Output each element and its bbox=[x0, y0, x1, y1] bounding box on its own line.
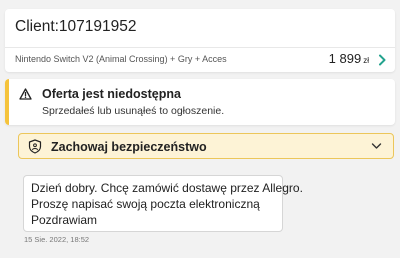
message-line: Dzień dobry. Chcę zamówić dostawę przez … bbox=[31, 181, 303, 195]
client-title: Client:107191952 bbox=[15, 18, 137, 35]
offer-link-row[interactable]: Nintendo Switch V2 (Animal Crossing) + G… bbox=[5, 48, 395, 72]
offer-price: 1 899 zł bbox=[329, 51, 369, 66]
alert-accent-bar bbox=[5, 79, 9, 125]
message-timestamp: 15 Sie. 2022, 18:52 bbox=[24, 235, 90, 244]
alert-title: Oferta jest niedostępna bbox=[42, 87, 181, 101]
shield-icon bbox=[28, 139, 42, 154]
stay-safe-expander[interactable]: Zachowaj bezpieczeństwo bbox=[18, 133, 394, 159]
offer-price-value: 1 899 bbox=[328, 51, 362, 66]
alert-text: Sprzedałeś lub usunąłeś to ogłoszenie. bbox=[42, 105, 225, 117]
chevron-down-icon bbox=[371, 143, 382, 149]
message-line: Proszę napisać swoją poczta elektroniczn… bbox=[31, 197, 260, 211]
offer-title: Nintendo Switch V2 (Animal Crossing) + G… bbox=[15, 54, 227, 64]
safety-label: Zachowaj bezpieczeństwo bbox=[51, 140, 207, 154]
offer-price-currency: zł bbox=[363, 56, 369, 65]
message-line: Pozdrawiam bbox=[31, 213, 98, 227]
offer-unavailable-alert: Oferta jest niedostępna Sprzedałeś lub u… bbox=[5, 79, 395, 125]
conversation-header: Client:107191952 Nintendo Switch V2 (Ani… bbox=[5, 9, 395, 72]
warning-triangle-icon bbox=[19, 88, 32, 100]
chevron-right-icon[interactable] bbox=[377, 54, 387, 66]
message-bubble: Dzień dobry. Chcę zamówić dostawę przez … bbox=[23, 175, 303, 232]
